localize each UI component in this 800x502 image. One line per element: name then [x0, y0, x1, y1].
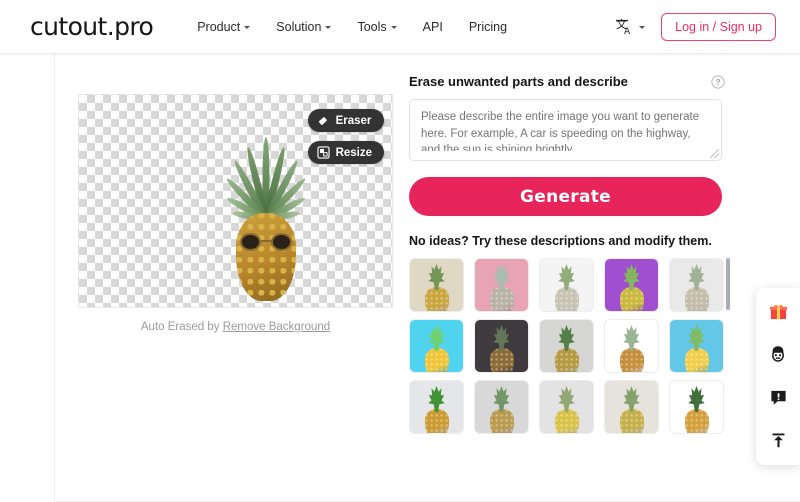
thumbnail-pineapple-grey-center[interactable]	[539, 380, 594, 434]
nav-label: Solution	[276, 19, 322, 34]
thumbnail-image	[424, 325, 449, 372]
nav-item-api[interactable]: API	[423, 20, 443, 34]
nav-label: Product	[197, 19, 241, 34]
resize-button[interactable]: Resize	[307, 141, 384, 164]
chevron-down-icon	[639, 26, 646, 29]
thumbnail-pineapple-white-minimal[interactable]	[539, 258, 594, 312]
chevron-down-icon	[325, 26, 332, 29]
prompt-panel: Erase unwanted parts and describe ? Gene…	[409, 74, 730, 434]
suggestions-area	[409, 258, 730, 434]
panel-title-text: Erase unwanted parts and describe	[409, 74, 628, 89]
thumbnail-pineapple-purple-neon[interactable]	[604, 258, 659, 312]
thumbnail-pineapple-tilted-white[interactable]	[669, 380, 724, 434]
user-face-icon	[772, 346, 784, 362]
thumbnail-pineapple-beige-studio[interactable]	[409, 258, 464, 312]
thumbnail-pineapple-beige-pair[interactable]	[604, 380, 659, 434]
app-root: cutout.pro Product Solution Tools API Pr…	[0, 0, 800, 502]
thumbnail-image	[554, 386, 579, 433]
thumbnail-image	[554, 325, 579, 372]
panel-header: Erase unwanted parts and describe ?	[409, 74, 725, 89]
caption-prefix: Auto Erased by	[140, 321, 220, 333]
remove-background-link[interactable]: Remove Background	[223, 321, 330, 333]
feedback-button[interactable]	[765, 384, 791, 410]
login-signup-button[interactable]: Log in / Sign up	[661, 12, 776, 41]
thumbnail-image	[489, 264, 514, 311]
upload-button[interactable]	[765, 427, 791, 453]
gift-icon	[769, 304, 787, 319]
header-actions: 文 A Log in / Sign up	[615, 12, 776, 41]
thumbnail-image	[684, 264, 709, 311]
thumbnail-image	[619, 386, 644, 433]
floating-widget-panel	[756, 288, 800, 465]
eraser-icon	[318, 117, 327, 125]
thumbnail-image	[424, 386, 449, 433]
pineapple-body	[236, 213, 296, 301]
thumbnail-pineapple-dark-moody[interactable]	[474, 319, 529, 373]
thumbnail-pineapple-pale-studio[interactable]	[474, 380, 529, 434]
thumbnail-image	[424, 264, 449, 311]
nav-label: Pricing	[468, 19, 508, 34]
upload-icon	[771, 432, 785, 447]
canvas-tool-stack: Eraser Resize	[307, 109, 384, 164]
editor-column: Eraser Resize Auto Erased by Remove Back…	[78, 94, 398, 333]
nav-label: Tools	[357, 19, 387, 34]
thumbnail-pineapple-white-isolated[interactable]	[604, 319, 659, 373]
thumbnail-pineapple-grey-soft[interactable]	[669, 258, 724, 312]
thumbnail-scrollbar[interactable]	[726, 258, 730, 424]
thumbnail-image	[554, 264, 579, 311]
svg-text:?: ?	[716, 78, 721, 87]
page-content: Eraser Resize Auto Erased by Remove Back…	[56, 54, 800, 502]
question-mark-circle-icon[interactable]: ?	[711, 74, 725, 89]
eraser-button[interactable]: Eraser	[307, 109, 384, 132]
nav-item-product[interactable]: Product	[197, 19, 251, 34]
language-translate-icon: 文 A	[616, 17, 631, 37]
language-selector[interactable]: 文 A	[615, 17, 646, 37]
prompt-input[interactable]	[421, 109, 710, 151]
image-canvas[interactable]: Eraser Resize	[78, 94, 393, 308]
thumbnail-image	[619, 264, 644, 311]
site-logo[interactable]: cutout.pro	[30, 12, 154, 41]
sunglasses	[240, 233, 292, 251]
svg-text:A: A	[624, 27, 631, 37]
left-rail	[0, 54, 55, 502]
resize-icon	[316, 146, 330, 159]
gift-button[interactable]	[765, 298, 791, 324]
thumbnail-pineapple-grey-gradient[interactable]	[539, 319, 594, 373]
generate-button[interactable]: Generate	[409, 177, 722, 216]
thumbnail-image	[684, 386, 709, 433]
ideas-heading: No ideas? Try these descriptions and mod…	[409, 234, 712, 248]
chevron-down-icon	[244, 26, 251, 29]
chevron-down-icon	[390, 26, 397, 29]
thumbnail-image	[489, 386, 514, 433]
prompt-textarea-wrapper	[409, 99, 722, 161]
scrollbar-thumb[interactable]	[726, 258, 730, 310]
thumbnail-image	[619, 325, 644, 372]
pineapple-crown	[224, 111, 308, 223]
feedback-icon	[770, 390, 786, 405]
thumbnail-image	[489, 325, 514, 372]
auto-erase-caption: Auto Erased by Remove Background	[78, 321, 393, 333]
account-button[interactable]	[765, 341, 791, 367]
textarea-resize-grip[interactable]	[710, 149, 719, 158]
pineapple-subject	[224, 111, 308, 301]
thumbnail-pineapple-lying-green[interactable]	[409, 380, 464, 434]
nav-label: API	[422, 19, 443, 34]
nav-item-tools[interactable]: Tools	[357, 19, 397, 34]
site-header: cutout.pro Product Solution Tools API Pr…	[0, 0, 800, 54]
eraser-label: Eraser	[335, 114, 372, 127]
thumbnail-pineapple-cyan-pink-split[interactable]	[409, 319, 464, 373]
thumbnail-pineapple-blue-magenta[interactable]	[669, 319, 724, 373]
thumbnail-pineapple-pink-backdrop[interactable]	[474, 258, 529, 312]
nav-item-solution[interactable]: Solution	[276, 19, 332, 34]
nav-item-pricing[interactable]: Pricing	[469, 20, 507, 34]
thumbnail-image	[684, 325, 709, 372]
main-nav: Product Solution Tools API Pricing	[197, 20, 507, 34]
resize-label: Resize	[335, 146, 372, 159]
thumbnail-grid	[409, 258, 724, 434]
